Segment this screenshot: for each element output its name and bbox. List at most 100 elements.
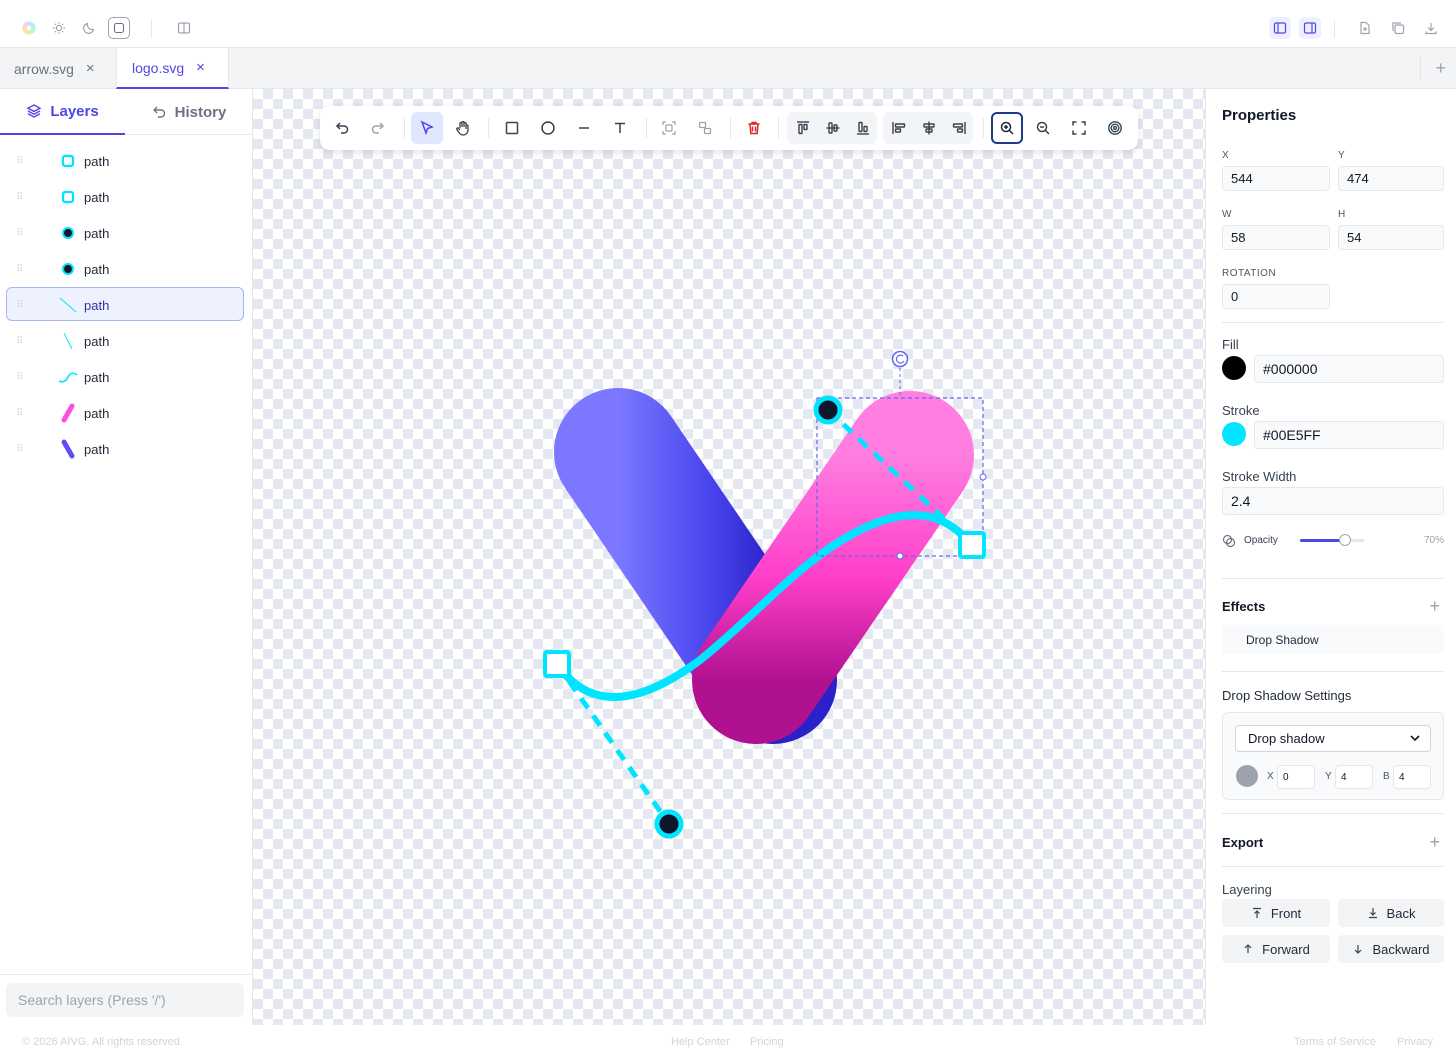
moon-icon[interactable] — [78, 17, 100, 39]
stroke-color-swatch[interactable] — [1222, 422, 1246, 446]
y-field[interactable]: 474 — [1338, 166, 1444, 191]
right-panel-icon[interactable] — [1299, 17, 1321, 39]
anchor-point[interactable] — [958, 531, 986, 559]
tab-layers[interactable]: Layers — [0, 89, 125, 135]
width-field[interactable]: 58 — [1222, 225, 1330, 250]
close-icon[interactable]: × — [196, 59, 205, 76]
group-icon[interactable] — [653, 112, 685, 144]
drag-handle-icon[interactable]: ⠿ — [16, 408, 23, 419]
align-right-icon[interactable] — [943, 112, 975, 144]
artwork[interactable] — [253, 89, 1205, 1025]
shadow-color-swatch[interactable] — [1236, 765, 1258, 787]
fill-color-swatch[interactable] — [1222, 356, 1246, 380]
layer-row[interactable]: ⠿ path — [0, 215, 252, 251]
opacity-slider[interactable] — [1300, 534, 1364, 546]
ungroup-icon[interactable] — [689, 112, 721, 144]
drag-handle-icon[interactable]: ⠿ — [16, 192, 23, 203]
line-icon[interactable] — [568, 112, 600, 144]
bbox-handle[interactable] — [979, 473, 987, 481]
y-label: Y — [1338, 150, 1346, 161]
help-center-link[interactable]: Help Center — [671, 1036, 730, 1048]
add-effect-icon[interactable]: + — [1429, 596, 1440, 617]
left-panel-icon[interactable] — [1269, 17, 1291, 39]
privacy-link[interactable]: Privacy — [1397, 1036, 1433, 1048]
add-export-icon[interactable]: + — [1429, 832, 1440, 853]
opacity-slider-thumb[interactable] — [1339, 534, 1351, 546]
sidebar-toggle-icon[interactable] — [173, 17, 195, 39]
layer-row-selected[interactable]: ⠿ path — [0, 287, 252, 323]
drag-handle-icon[interactable]: ⠿ — [16, 300, 23, 311]
send-to-back-button[interactable]: Back — [1338, 899, 1444, 927]
divider — [1222, 866, 1444, 867]
pricing-link[interactable]: Pricing — [750, 1036, 784, 1048]
zoom-out-icon[interactable] — [1027, 112, 1059, 144]
stroke-width-field[interactable]: 2.4 — [1222, 487, 1444, 515]
height-field[interactable]: 54 — [1338, 225, 1444, 250]
align-left-icon[interactable] — [883, 112, 915, 144]
download-icon[interactable] — [1420, 17, 1442, 39]
drag-handle-icon[interactable]: ⠿ — [16, 372, 23, 383]
layer-row[interactable]: ⠿ path — [0, 251, 252, 287]
ellipse-icon[interactable] — [532, 112, 564, 144]
bring-forward-button[interactable]: Forward — [1222, 935, 1330, 963]
fill-hex-field[interactable]: #000000 — [1254, 355, 1444, 383]
tab-logo-svg[interactable]: logo.svg × — [116, 48, 229, 89]
target-icon[interactable] — [1099, 112, 1131, 144]
layer-row[interactable]: ⠿ path — [0, 395, 252, 431]
fit-screen-icon[interactable] — [1063, 112, 1095, 144]
align-bottom-icon[interactable] — [847, 112, 879, 144]
bring-to-front-button[interactable]: Front — [1222, 899, 1330, 927]
align-center-icon[interactable] — [913, 112, 945, 144]
rotation-field[interactable]: 0 — [1222, 284, 1330, 309]
control-point[interactable] — [813, 395, 843, 425]
layer-row[interactable]: ⠿ path — [0, 359, 252, 395]
shadow-type-select[interactable]: Drop shadow — [1235, 725, 1431, 752]
text-icon[interactable] — [604, 112, 636, 144]
delete-icon[interactable] — [738, 112, 770, 144]
canvas[interactable] — [253, 89, 1205, 1025]
align-top-icon[interactable] — [787, 112, 819, 144]
tab-arrow-svg[interactable]: arrow.svg × — [14, 48, 114, 89]
pink-pill-shape[interactable] — [692, 391, 974, 744]
add-tab-icon[interactable]: + — [1435, 58, 1446, 79]
layer-thumbnail — [58, 439, 78, 459]
drag-handle-icon[interactable]: ⠿ — [16, 336, 23, 347]
drag-handle-icon[interactable]: ⠿ — [16, 156, 23, 167]
rotate-handle-icon[interactable] — [891, 350, 909, 368]
copy-icon[interactable] — [1387, 17, 1409, 39]
system-theme-icon[interactable] — [108, 17, 130, 39]
stroke-hex-field[interactable]: #00E5FF — [1254, 421, 1444, 449]
import-icon[interactable] — [1354, 17, 1376, 39]
sun-icon[interactable] — [48, 17, 70, 39]
redo-icon[interactable] — [362, 112, 394, 144]
terms-link[interactable]: Terms of Service — [1294, 1036, 1376, 1048]
send-backward-button[interactable]: Backward — [1338, 935, 1444, 963]
zoom-in-icon[interactable] — [991, 112, 1023, 144]
layer-thumbnail — [58, 259, 78, 279]
palette-icon[interactable] — [18, 17, 40, 39]
shadow-x-field[interactable]: 0 — [1277, 765, 1315, 789]
x-field[interactable]: 544 — [1222, 166, 1330, 191]
drag-handle-icon[interactable]: ⠿ — [16, 444, 23, 455]
control-point[interactable] — [654, 809, 684, 839]
layer-row[interactable]: ⠿ path — [0, 143, 252, 179]
search-input[interactable]: Search layers (Press '/') — [6, 983, 244, 1017]
rectangle-icon[interactable] — [496, 112, 528, 144]
drag-handle-icon[interactable]: ⠿ — [16, 264, 23, 275]
layer-row[interactable]: ⠿ path — [0, 431, 252, 467]
align-middle-icon[interactable] — [817, 112, 849, 144]
tab-history[interactable]: History — [125, 89, 252, 135]
effect-item-drop-shadow[interactable]: Drop Shadow — [1222, 625, 1444, 654]
hand-icon[interactable] — [447, 112, 479, 144]
shadow-y-field[interactable]: 4 — [1335, 765, 1373, 789]
close-icon[interactable]: × — [86, 60, 95, 77]
anchor-point[interactable] — [543, 650, 571, 678]
layer-row[interactable]: ⠿ path — [0, 179, 252, 215]
bbox-handle[interactable] — [896, 552, 904, 560]
shadow-blur-field[interactable]: 4 — [1393, 765, 1431, 789]
drag-handle-icon[interactable]: ⠿ — [16, 228, 23, 239]
layer-row[interactable]: ⠿ path — [0, 323, 252, 359]
select-icon[interactable] — [411, 112, 443, 144]
layer-name: path — [84, 297, 110, 313]
undo-icon[interactable] — [326, 112, 358, 144]
